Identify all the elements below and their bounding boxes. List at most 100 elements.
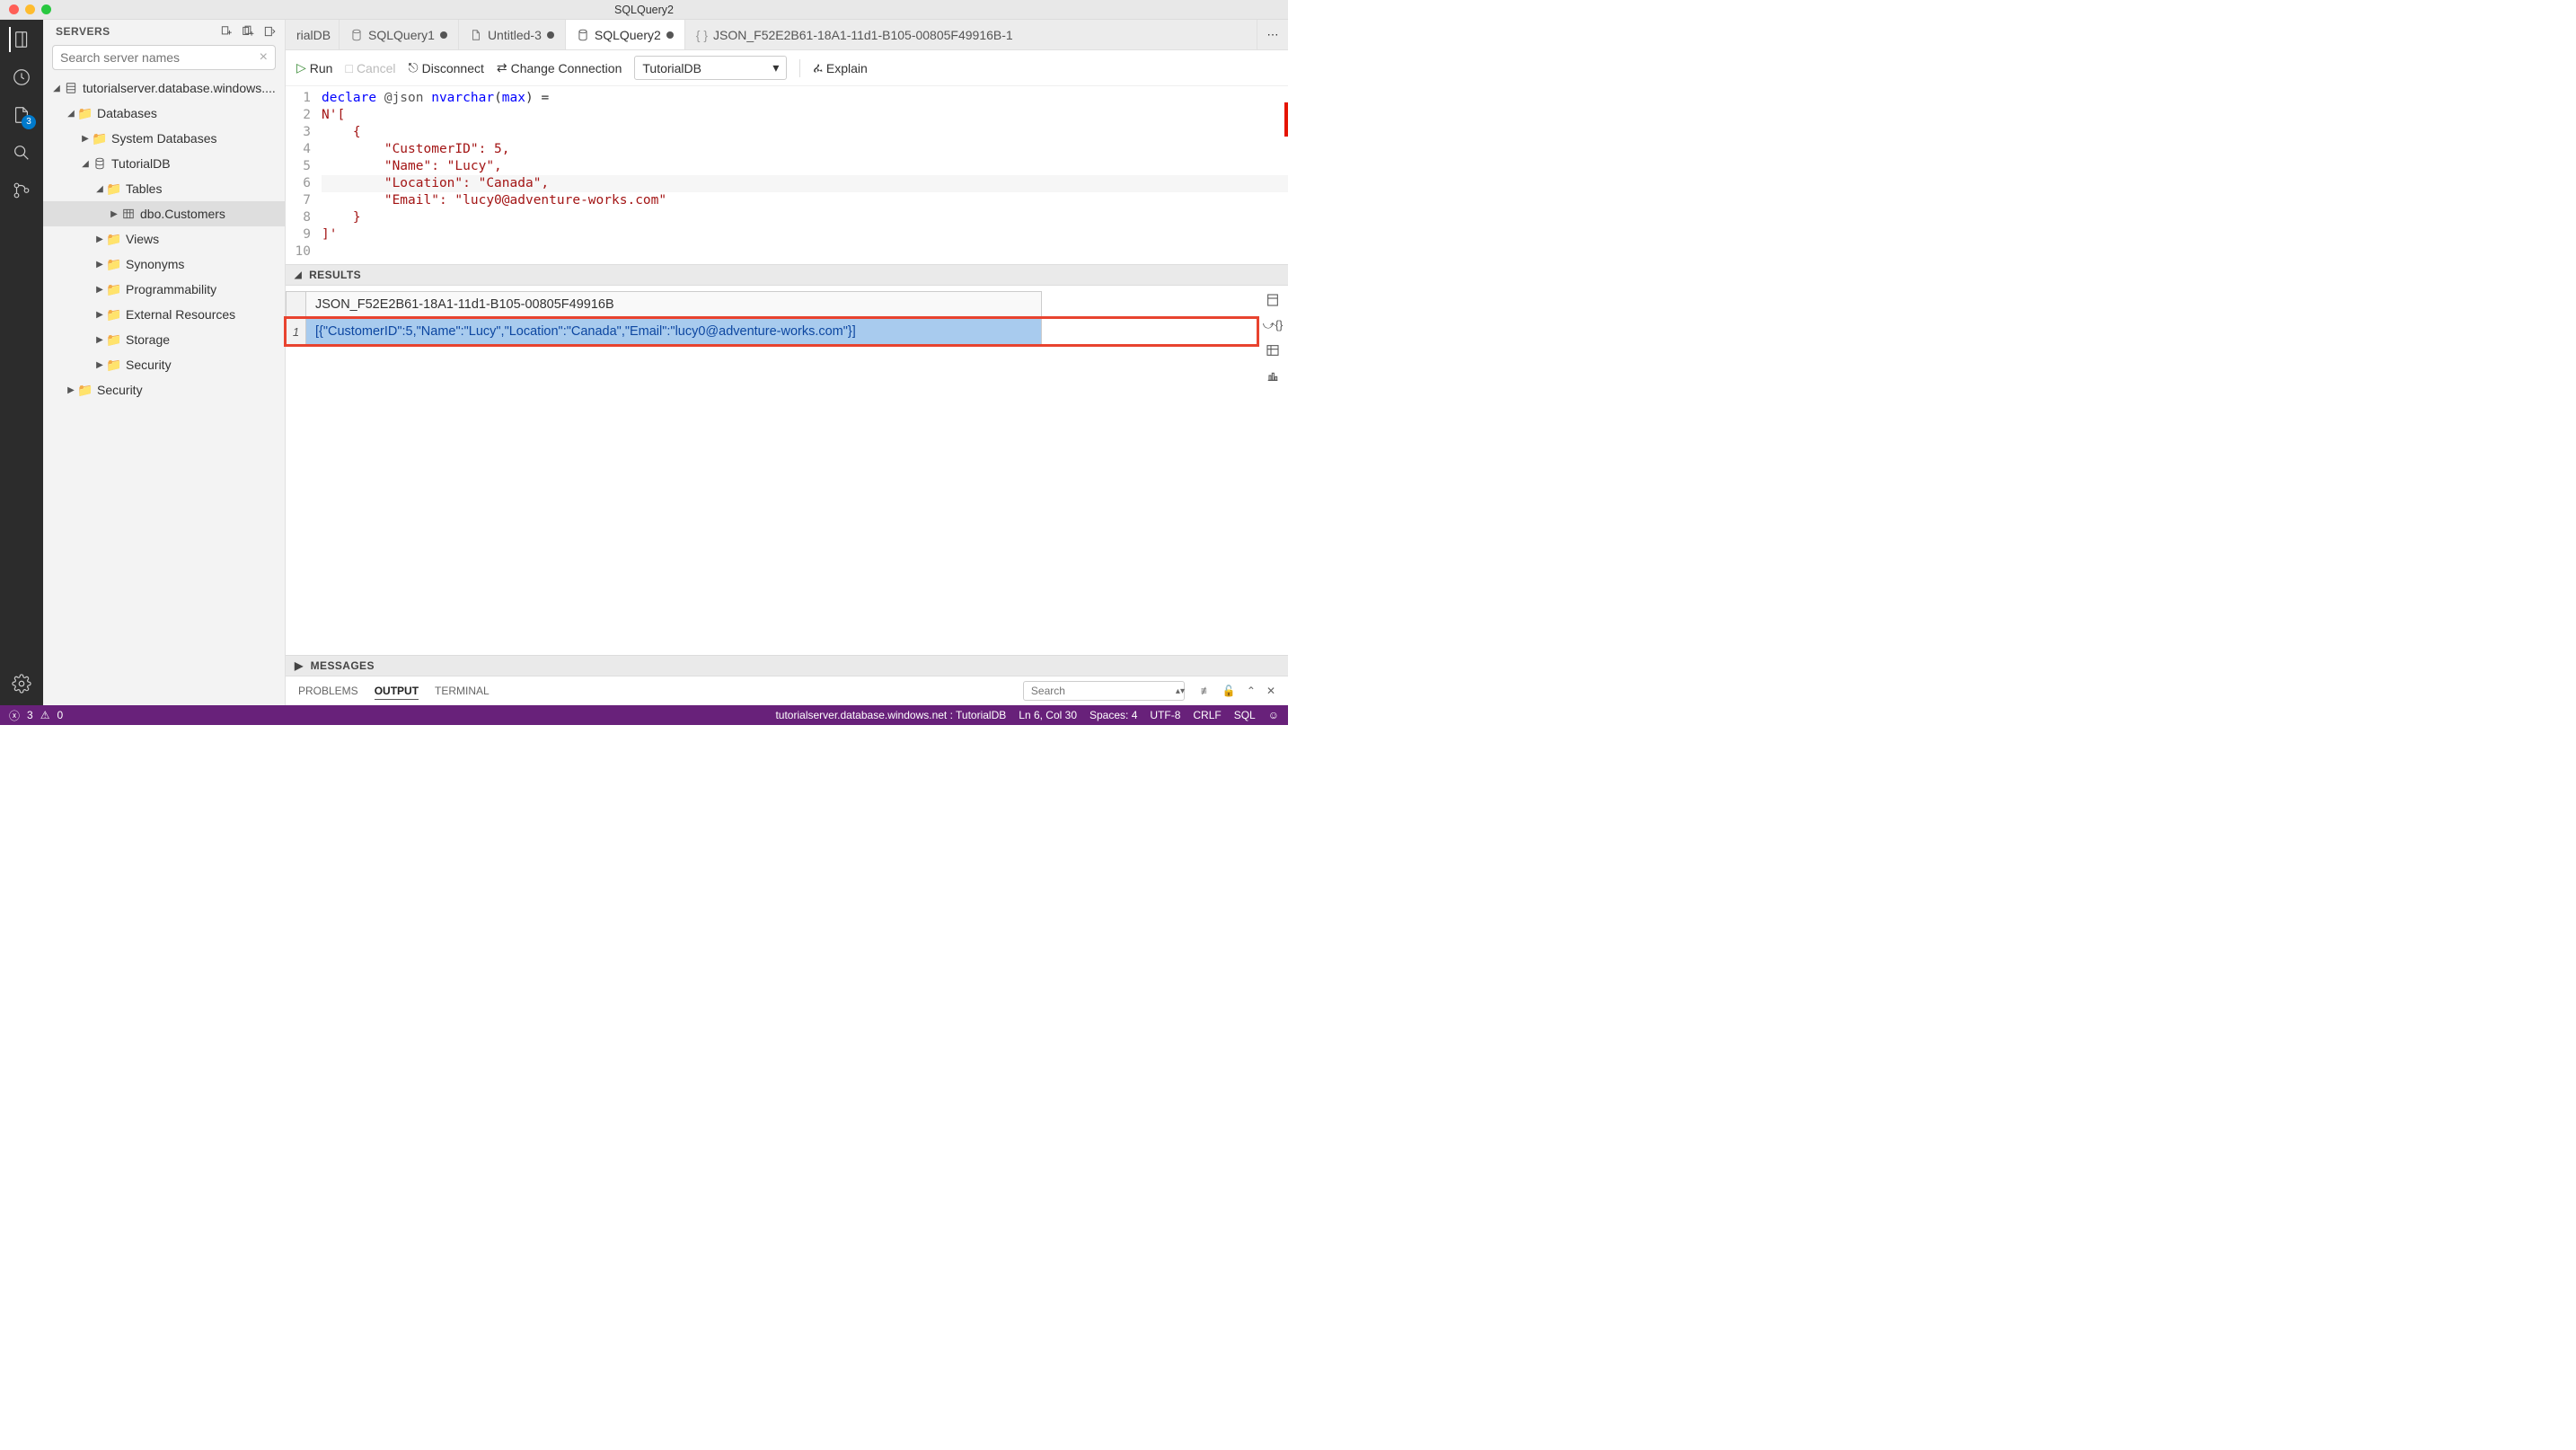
programmability-node[interactable]: ▶ 📁 Programmability — [43, 277, 285, 302]
cancel-button[interactable]: □ Cancel — [345, 61, 395, 75]
encoding-status[interactable]: UTF-8 — [1150, 709, 1180, 721]
window-zoom-button[interactable] — [41, 4, 51, 14]
server-security-node[interactable]: ▶ 📁 Security — [43, 377, 285, 402]
language-status[interactable]: SQL — [1234, 709, 1256, 721]
tasks-history-icon[interactable] — [9, 65, 34, 90]
server-search-input[interactable]: × — [52, 45, 276, 70]
file-icon — [470, 29, 482, 41]
tables-node[interactable]: ◢ 📁 Tables — [43, 176, 285, 201]
explain-button[interactable]: ፈ Explain — [813, 60, 867, 75]
database-select[interactable]: TutorialDB ▾ — [634, 56, 787, 80]
terminal-tab[interactable]: TERMINAL — [435, 683, 490, 699]
output-search-input[interactable] — [1031, 685, 1170, 697]
chart-icon[interactable] — [1266, 368, 1280, 383]
cursor-position[interactable]: Ln 6, Col 30 — [1019, 709, 1077, 721]
column-header[interactable]: JSON_F52E2B61-18A1-11d1-B105-00805F49916… — [305, 291, 1042, 318]
server-label: tutorialserver.database.windows.... — [83, 81, 276, 95]
connection-status[interactable]: tutorialserver.database.windows.net : Tu… — [775, 709, 1006, 721]
folder-icon: 📁 — [92, 131, 108, 146]
collapse-icon: ◢ — [295, 270, 302, 280]
disconnect-button[interactable]: ⎋ Disconnect — [409, 60, 484, 75]
dirty-indicator-icon — [547, 31, 554, 39]
results-panel: JSON_F52E2B61-18A1-11d1-B105-00805F49916… — [286, 286, 1288, 655]
editor-tabs: rialDB SQLQuery1 Untitled-3 SQLQuery2 { … — [286, 20, 1288, 50]
storage-node[interactable]: ▶ 📁 Storage — [43, 327, 285, 352]
database-icon — [577, 29, 589, 41]
messages-header[interactable]: ▶ MESSAGES — [286, 655, 1288, 676]
expand-panel-icon[interactable]: ⌃ — [1247, 685, 1256, 697]
indent-status[interactable]: Spaces: 4 — [1090, 709, 1137, 721]
window-minimize-button[interactable] — [25, 4, 35, 14]
folder-icon: 📁 — [106, 181, 122, 197]
results-header[interactable]: ◢ RESULTS — [286, 264, 1288, 286]
explorer-icon[interactable] — [9, 102, 34, 128]
search-icon[interactable] — [9, 140, 34, 165]
new-connection-icon[interactable] — [220, 25, 233, 38]
tutorialdb-node[interactable]: ◢ TutorialDB — [43, 151, 285, 176]
source-control-icon[interactable] — [9, 178, 34, 203]
tab-rialdb[interactable]: rialDB — [286, 20, 340, 49]
row-number: 1 — [286, 318, 305, 345]
external-resources-node[interactable]: ▶ 📁 External Resources — [43, 302, 285, 327]
eol-status[interactable]: CRLF — [1193, 709, 1221, 721]
server-search-field[interactable] — [60, 50, 260, 65]
settings-icon[interactable] — [9, 671, 34, 696]
code-content[interactable]: declare @json nvarchar(max) = N'[ { "Cus… — [322, 90, 1288, 261]
output-search[interactable]: ▴▾ — [1023, 681, 1185, 701]
database-icon — [92, 157, 108, 170]
dbo-customers-node[interactable]: ▶ dbo.Customers — [43, 201, 285, 226]
change-connection-button[interactable]: ⇄ Change Connection — [497, 60, 622, 75]
folder-icon: 📁 — [77, 106, 93, 121]
problems-tab[interactable]: PROBLEMS — [298, 683, 358, 699]
close-panel-icon[interactable]: ✕ — [1266, 685, 1275, 697]
errors-icon[interactable]: ⓧ — [9, 708, 20, 723]
save-csv-icon[interactable] — [1266, 293, 1280, 307]
warnings-icon[interactable]: ⚠ — [40, 709, 50, 721]
window-close-button[interactable] — [9, 4, 19, 14]
folder-icon: 📁 — [106, 232, 122, 247]
servers-view-icon[interactable] — [9, 27, 34, 52]
chevron-down-icon: ▾ — [772, 60, 779, 75]
braces-icon: { } — [696, 28, 708, 42]
tab-sqlquery2[interactable]: SQLQuery2 — [566, 20, 685, 49]
folder-icon: 📁 — [106, 257, 122, 272]
table-icon — [120, 208, 137, 220]
feedback-icon[interactable]: ☺ — [1268, 709, 1279, 721]
activity-bar — [0, 20, 43, 705]
tab-overflow-button[interactable]: ⋯ — [1257, 20, 1288, 49]
databases-node[interactable]: ◢ 📁 Databases — [43, 101, 285, 126]
db-security-node[interactable]: ▶ 📁 Security — [43, 352, 285, 377]
output-tab[interactable]: OUTPUT — [375, 683, 419, 700]
dropdown-icon[interactable]: ▴▾ — [1176, 686, 1185, 696]
tab-json-result[interactable]: { } JSON_F52E2B61-18A1-11d1-B105-00805F4… — [685, 20, 1257, 49]
synonyms-node[interactable]: ▶ 📁 Synonyms — [43, 252, 285, 277]
result-row[interactable]: 1 [{"CustomerID":5,"Name":"Lucy","Locati… — [286, 318, 1257, 345]
collapse-all-icon[interactable] — [263, 25, 276, 38]
tab-sqlquery1[interactable]: SQLQuery1 — [340, 20, 459, 49]
errors-count[interactable]: 3 — [27, 709, 33, 721]
clear-output-icon[interactable]: ≢ — [1201, 685, 1212, 697]
run-button[interactable]: ▷ Run — [296, 60, 332, 75]
servers-sidebar: SERVERS × ◢ tutorialserver.database.wind… — [43, 20, 286, 705]
sql-editor[interactable]: 123 456 789 10 declare @json nvarchar(ma… — [286, 86, 1288, 264]
dirty-indicator-icon — [440, 31, 447, 39]
window-title: SQLQuery2 — [0, 4, 1288, 16]
system-databases-node[interactable]: ▶ 📁 System Databases — [43, 126, 285, 151]
db-security-label: Security — [126, 358, 172, 372]
clear-search-icon[interactable]: × — [260, 49, 268, 66]
bottom-panel: PROBLEMS OUTPUT TERMINAL ▴▾ ≢ 🔓 ⌃ ✕ — [286, 676, 1288, 705]
folder-icon: 📁 — [106, 332, 122, 348]
tab-untitled3[interactable]: Untitled-3 — [459, 20, 566, 49]
server-icon — [63, 82, 79, 94]
result-cell[interactable]: [{"CustomerID":5,"Name":"Lucy","Location… — [305, 318, 1042, 345]
warnings-count[interactable]: 0 — [57, 709, 63, 721]
new-group-icon[interactable] — [242, 25, 254, 38]
server-node[interactable]: ◢ tutorialserver.database.windows.... — [43, 75, 285, 101]
servers-tree: ◢ tutorialserver.database.windows.... ◢ … — [43, 75, 285, 705]
save-json-icon[interactable]: ⤻{} — [1263, 318, 1284, 332]
lock-scroll-icon[interactable]: 🔓 — [1222, 685, 1236, 697]
synonyms-label: Synonyms — [126, 257, 184, 271]
disconnect-icon: ⎋ — [409, 60, 419, 75]
save-excel-icon[interactable] — [1266, 343, 1280, 358]
views-node[interactable]: ▶ 📁 Views — [43, 226, 285, 252]
